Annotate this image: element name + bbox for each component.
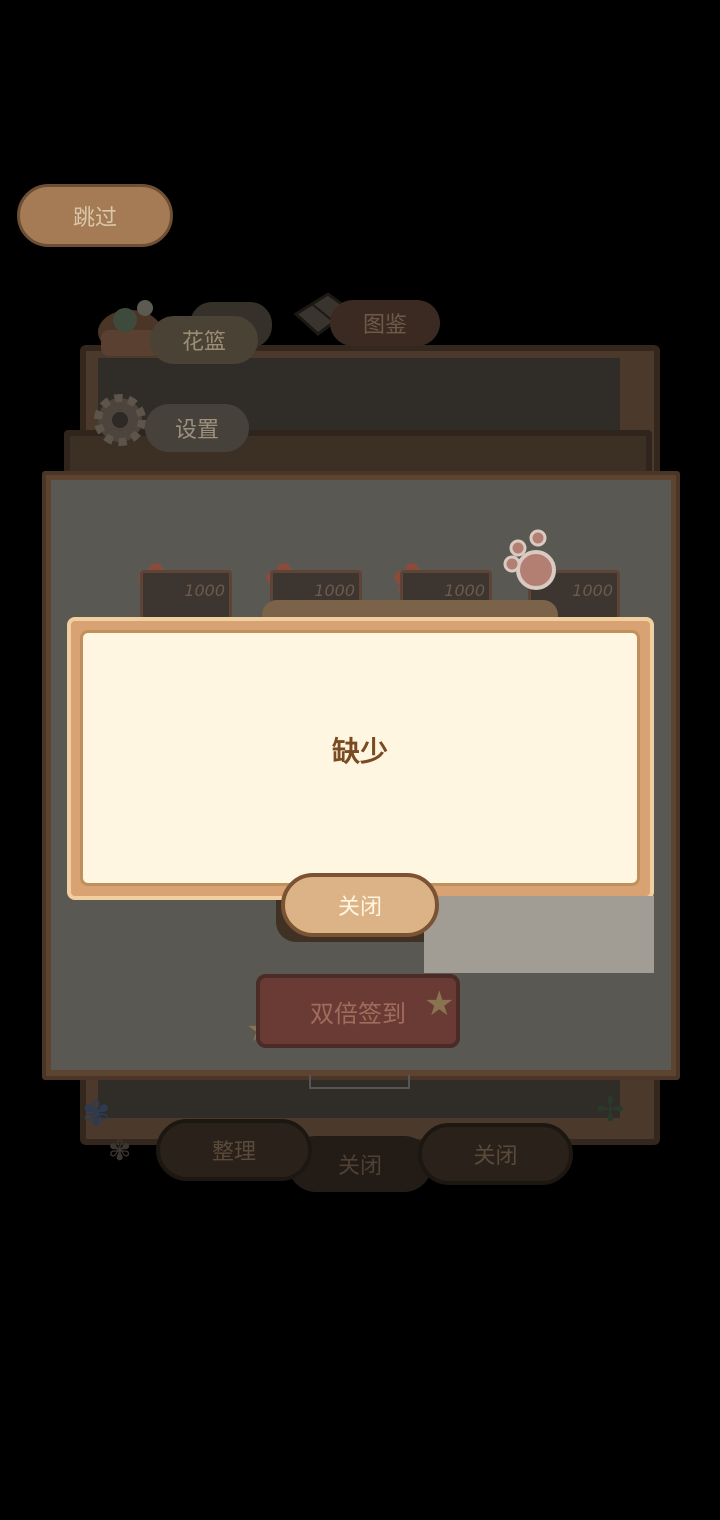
paw-icon [500, 528, 560, 598]
reward-card: 1000 [140, 570, 232, 620]
tab-atlas-label: 图鉴 [362, 313, 407, 338]
close-right-label: 关闭 [473, 1144, 518, 1169]
tab-basket[interactable]: 花篮 [150, 316, 258, 364]
tab-basket-label: 花篮 [181, 330, 226, 355]
divider [309, 1075, 410, 1089]
star-icon: ★ [424, 984, 455, 1024]
alert-message: 缺少 [331, 735, 388, 768]
reward-value: 1000 [572, 581, 613, 600]
gear-icon [90, 390, 150, 450]
reward-value: 1000 [314, 581, 355, 600]
sort-button[interactable]: 整理 [156, 1119, 312, 1181]
placeholder-block [424, 896, 654, 973]
tab-settings[interactable]: 设置 [145, 404, 249, 452]
tab-atlas[interactable]: 图鉴 [330, 300, 440, 346]
double-sign-in-label: 双倍签到 [310, 999, 406, 1028]
dragonfly-icon: ✢ [596, 1090, 625, 1130]
close-center-label: 关闭 [337, 1154, 382, 1179]
reward-value: 1000 [444, 581, 485, 600]
butterfly-icon: ✾ [82, 1094, 111, 1134]
tab-settings-label: 设置 [174, 418, 219, 443]
skip-button[interactable]: 跳过 [17, 184, 173, 247]
butterfly-icon: ✾ [108, 1134, 132, 1167]
sort-label: 整理 [211, 1140, 256, 1165]
close-button-right[interactable]: 关闭 [418, 1123, 573, 1185]
close-button-label: 关闭 [337, 895, 382, 920]
reward-value: 1000 [184, 581, 225, 600]
close-button[interactable]: 关闭 [281, 873, 439, 937]
skip-label: 跳过 [72, 205, 117, 231]
